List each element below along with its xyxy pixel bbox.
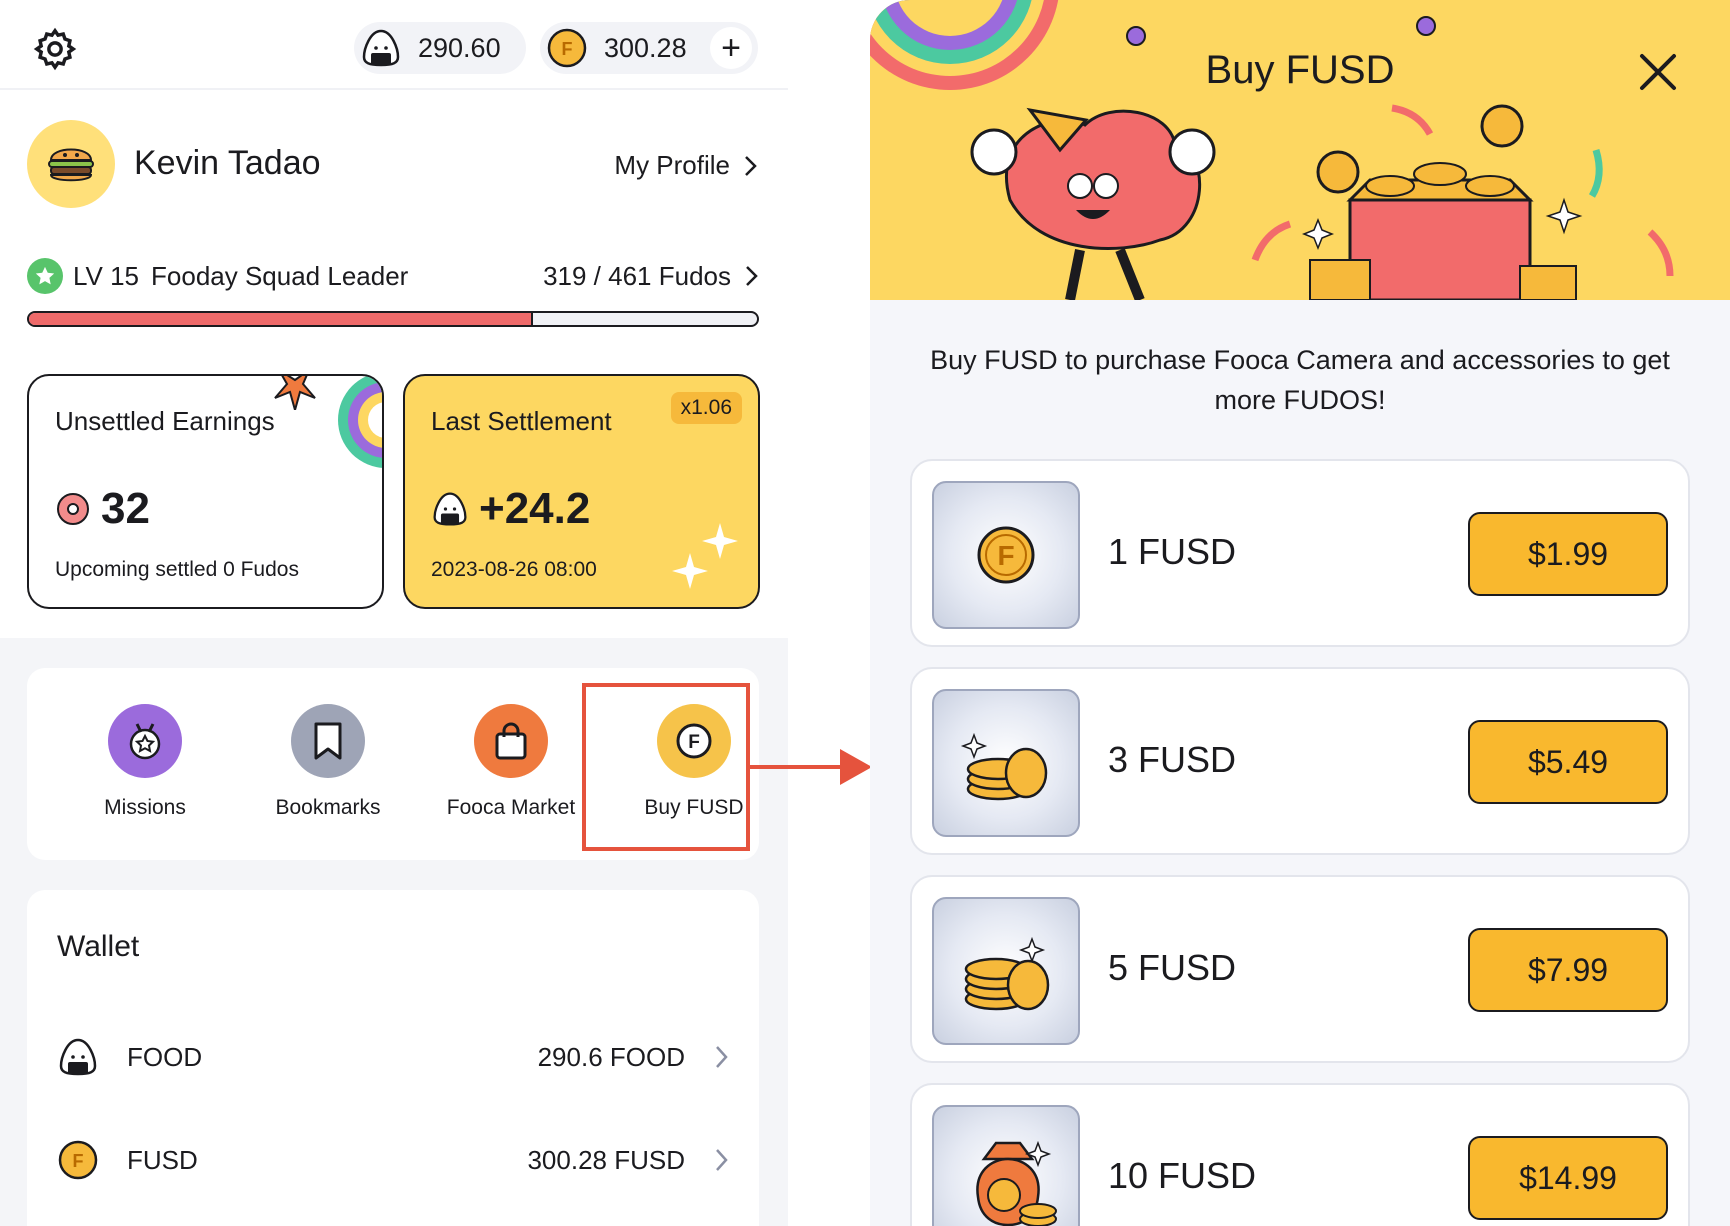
wallet-food-value: 290.6 FOOD (537, 1041, 685, 1072)
fusd-package-1-price-button[interactable]: $1.99 (1468, 512, 1668, 596)
last-settlement-timestamp: 2023-08-26 08:00 (431, 558, 597, 581)
profile-row: Kevin Tadao My Profile (0, 110, 788, 220)
wallet-title: Wallet (57, 930, 140, 963)
fusd-package-10[interactable]: 10 FUSD $14.99 (910, 1083, 1690, 1226)
shortcut-bookmarks-label: Bookmarks (275, 796, 381, 819)
party-mascot-illustration (870, 0, 1674, 300)
last-settlement-value-row: +24.2 (431, 484, 590, 534)
upcoming-settled-text: Upcoming settled 0 Fudos (55, 558, 299, 581)
onigiri-icon (59, 1038, 97, 1076)
close-icon[interactable] (1638, 52, 1678, 92)
svg-text:F: F (562, 39, 573, 59)
fusd-package-3[interactable]: 3 FUSD $5.49 (910, 667, 1690, 855)
rainbow-decoration-icon (338, 376, 382, 468)
fusd-package-5[interactable]: 5 FUSD $7.99 (910, 875, 1690, 1063)
bookmark-icon (291, 704, 365, 778)
medal-icon (108, 704, 182, 778)
gear-icon[interactable] (32, 26, 78, 72)
my-profile-link[interactable]: My Profile (614, 150, 758, 181)
fusd-coin-icon: F (58, 1140, 98, 1180)
level-label: LV 15 (73, 260, 140, 291)
single-coin-icon: F (932, 481, 1080, 629)
shortcut-fooca-market-label: Fooca Market (446, 796, 576, 819)
fusd-balance-pill[interactable]: F 300.28 + (540, 22, 758, 74)
wallet-section: Wallet FOOD 290.6 FOOD F FUSD 300.28 FUS… (27, 890, 759, 1226)
avatar[interactable] (27, 120, 115, 208)
coin-stack-icon (932, 689, 1080, 837)
multiplier-badge: x1.06 (670, 392, 742, 424)
chevron-right-icon (716, 1149, 728, 1171)
chevron-right-icon (716, 1046, 728, 1068)
fusd-package-1[interactable]: F 1 FUSD $1.99 (910, 459, 1690, 647)
unsettled-earnings-title: Unsettled Earnings (55, 406, 275, 436)
sparkle-icon (672, 523, 738, 589)
svg-text:F: F (997, 540, 1014, 571)
shortcut-fooca-market[interactable]: Fooca Market (421, 704, 601, 820)
unsettled-earnings-value: 32 (101, 484, 150, 533)
chevron-right-icon (746, 266, 758, 286)
wallet-row-fusd[interactable]: F FUSD 300.28 FUSD (57, 1135, 729, 1185)
wallet-fusd-name: FUSD (127, 1144, 198, 1175)
donut-icon (57, 493, 89, 525)
burst-decoration-icon (274, 376, 316, 410)
star-badge-icon (27, 258, 63, 294)
rank-title: Fooday Squad Leader (151, 260, 409, 291)
arrow-right-icon (840, 749, 872, 785)
money-bag-icon (932, 1105, 1080, 1226)
buy-fusd-description: Buy FUSD to purchase Fooca Camera and ac… (930, 345, 1670, 415)
shortcut-missions[interactable]: Missions (55, 704, 235, 820)
unsettled-earnings-card[interactable]: Unsettled Earnings 32 Upcoming settled 0… (27, 374, 384, 609)
wallet-row-food[interactable]: FOOD 290.6 FOOD (57, 1032, 729, 1082)
last-settlement-title: Last Settlement (431, 406, 612, 436)
food-balance-pill[interactable]: 290.60 (354, 22, 526, 74)
buy-fusd-banner: Buy FUSD (870, 0, 1730, 300)
fusd-balance-value: 300.28 (604, 32, 687, 63)
level-row[interactable]: LV 15 Fooday Squad Leader 319 / 461 Fudo… (27, 256, 759, 296)
last-settlement-value: +24.2 (479, 484, 591, 533)
buy-fusd-title: Buy FUSD (1205, 48, 1395, 92)
buy-fusd-highlight-box (582, 683, 750, 851)
burger-icon (48, 148, 94, 182)
wallet-home-screen: 290.60 F 300.28 + Kevin Tadao My Profile (0, 0, 788, 1226)
chevron-right-icon (745, 155, 757, 176)
onigiri-icon (362, 29, 400, 67)
last-settlement-card[interactable]: Last Settlement x1.06 +24.2 2023-08-26 0… (403, 374, 760, 609)
svg-text:F: F (73, 1151, 84, 1171)
user-name: Kevin Tadao (134, 144, 321, 182)
fusd-package-1-name: 1 FUSD (1108, 531, 1237, 572)
shopping-bag-icon (474, 704, 548, 778)
fusd-package-5-price-button[interactable]: $7.99 (1468, 928, 1668, 1012)
add-fusd-button[interactable]: + (710, 27, 752, 69)
level-progress-fill (29, 313, 533, 325)
unsettled-earnings-value-row: 32 (55, 484, 150, 534)
fusd-package-10-price-button[interactable]: $14.99 (1468, 1136, 1668, 1220)
top-bar: 290.60 F 300.28 + (0, 0, 788, 90)
fusd-package-10-name: 10 FUSD (1108, 1155, 1257, 1196)
shortcut-missions-label: Missions (104, 796, 186, 819)
fusd-package-3-name: 3 FUSD (1108, 739, 1237, 780)
wallet-fusd-value: 300.28 FUSD (527, 1144, 685, 1175)
buy-fusd-sheet: Buy FUSD Buy FUSD to purchase Fooca Came… (870, 0, 1730, 1226)
coin-stack-icon (932, 897, 1080, 1045)
fusd-coin-icon: F (547, 28, 587, 68)
my-profile-label: My Profile (614, 150, 730, 180)
onigiri-icon (433, 492, 467, 526)
wallet-food-name: FOOD (127, 1041, 203, 1072)
shortcut-bookmarks[interactable]: Bookmarks (238, 704, 418, 820)
fusd-package-5-name: 5 FUSD (1108, 947, 1237, 988)
level-progress-bar (27, 311, 759, 327)
fudos-progress-text: 319 / 461 Fudos (543, 260, 731, 291)
arrow-shaft (750, 765, 842, 769)
food-balance-value: 290.60 (418, 32, 501, 63)
fusd-package-3-price-button[interactable]: $5.49 (1468, 720, 1668, 804)
